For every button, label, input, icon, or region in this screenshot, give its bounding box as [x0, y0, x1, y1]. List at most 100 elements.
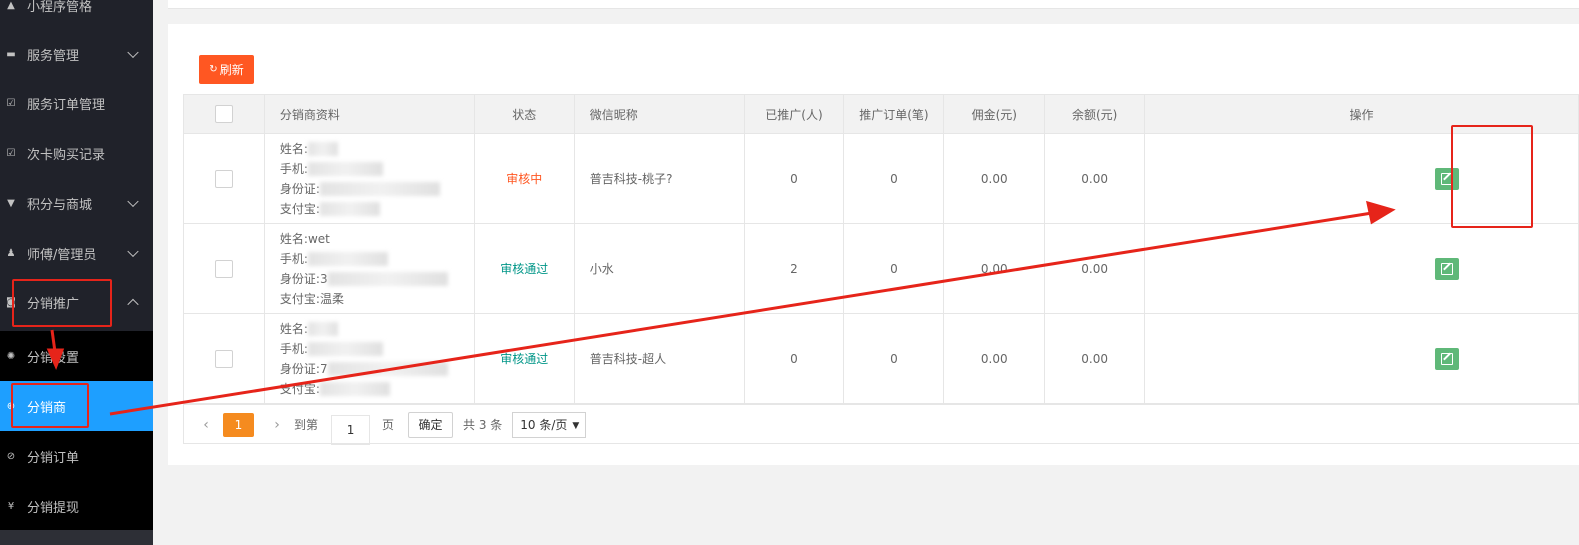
sidebar-item-1[interactable]: ▲ 小程序管格 — [0, 0, 153, 30]
row-checkbox[interactable] — [214, 349, 233, 368]
goto-label: 到第 — [294, 418, 319, 432]
phone-label: 手机: — [279, 161, 308, 176]
profile-alipay: 支付宝:温柔 — [280, 289, 474, 309]
row-select-cell[interactable] — [183, 133, 265, 224]
status-cell: 审核通过 — [473, 313, 575, 404]
check-square-icon: ☑ — [6, 147, 16, 159]
refresh-button[interactable]: ↻ 刷新 — [199, 55, 254, 84]
edit-icon[interactable] — [1435, 347, 1460, 370]
redacted-blur — [307, 342, 383, 356]
orders-cell: 0 — [843, 133, 945, 224]
edit-icon[interactable] — [1435, 257, 1460, 280]
alipay-label: 支付宝: — [279, 291, 320, 306]
page-size-value: 10 条/页 — [520, 418, 568, 432]
table-row: 姓名:wet 手机: 身份证:3 支付宝:温柔 审核通过 小水 2 0 0.00 0.00 — [183, 223, 1579, 314]
sidebar-subitem-3[interactable]: ⊘ 分销订单 — [0, 431, 153, 481]
id-label: 身份证: — [279, 361, 320, 376]
commission-cell: 0.00 — [943, 313, 1046, 404]
row-checkbox[interactable] — [214, 259, 233, 278]
redacted-blur — [319, 382, 390, 396]
sidebar-subitem-4[interactable]: ¥ 分销提现 — [0, 481, 153, 531]
sidebar-footer — [0, 530, 153, 545]
select-all-checkbox[interactable] — [214, 105, 233, 123]
commission-cell: 0.00 — [943, 133, 1046, 224]
profile-alipay: 支付宝: — [280, 379, 474, 399]
redacted-blur — [307, 162, 383, 176]
refresh-icon: ↻ — [209, 64, 218, 75]
col-profile: 分销商资料 — [263, 94, 475, 134]
sidebar-item-label: 服务管理 — [27, 48, 80, 64]
profile-phone: 手机: — [280, 249, 474, 269]
page-unit-label: 页 — [382, 418, 395, 432]
alipay-label: 支付宝: — [279, 381, 320, 396]
profile-phone: 手机: — [280, 339, 474, 359]
pagination: ‹ 1 › 到第 1 页 确定 共 3 条 10 条/页 ▼ — [183, 404, 1579, 445]
select-all-cell[interactable] — [183, 94, 265, 134]
col-balance: 余额(元) — [1044, 94, 1146, 134]
sidebar-item-5[interactable]: ▼ 积分与商城 — [0, 178, 153, 228]
total-count: 共 3 条 — [463, 418, 503, 432]
goto-confirm-button[interactable]: 确定 — [408, 411, 454, 438]
nickname-cell: 普吉科技-桃子? — [573, 133, 745, 224]
top-card — [168, 0, 1579, 9]
page-size-select[interactable]: 10 条/页 ▼ — [512, 411, 587, 438]
name-label: 姓名: — [279, 141, 308, 156]
next-page-button[interactable]: › — [270, 417, 284, 433]
sidebar-subitem-label: 分销提现 — [27, 500, 80, 516]
col-orders: 推广订单(笔) — [843, 94, 945, 134]
name-label: 姓名: — [279, 321, 308, 336]
sitemap-icon: ▲ — [7, 0, 15, 11]
row-checkbox[interactable] — [214, 169, 233, 188]
orders-cell: 0 — [843, 313, 945, 404]
current-page[interactable]: 1 — [223, 412, 254, 437]
col-commission: 佣金(元) — [943, 94, 1046, 134]
balance-cell: 0.00 — [1044, 133, 1146, 224]
sidebar-item-label: 小程序管格 — [27, 0, 93, 15]
promoted-cell: 0 — [743, 133, 845, 224]
id-value: 7 — [319, 361, 328, 376]
alipay-label: 支付宝: — [279, 201, 320, 216]
nickname-cell: 小水 — [573, 223, 745, 314]
profile-cell: 姓名:wet 手机: 身份证:3 支付宝:温柔 — [263, 223, 475, 314]
table-toolbar — [183, 44, 1579, 95]
cart-icon: ▼ — [7, 197, 15, 209]
sidebar-item-6[interactable]: ♟ 师傅/管理员 — [0, 228, 153, 278]
yen-icon: ¥ — [7, 500, 15, 512]
name-label: 姓名: — [279, 231, 308, 246]
status-badge: 审核通过 — [500, 262, 549, 276]
sidebar-item-4[interactable]: ☑ 次卡购买记录 — [0, 128, 153, 178]
profile-id: 身份证:3 — [280, 269, 474, 289]
profile-name: 姓名: — [280, 139, 474, 159]
status-cell: 审核通过 — [473, 223, 575, 314]
nickname-cell: 普吉科技-超人 — [573, 313, 745, 404]
col-promoted: 已推广(人) — [743, 94, 845, 134]
gear-icon: ✺ — [6, 350, 16, 362]
sidebar-item-2[interactable]: ▬ 服务管理 — [0, 29, 153, 79]
chevron-down-icon — [127, 195, 139, 208]
id-label: 身份证: — [279, 271, 320, 286]
goto-page-input[interactable]: 1 — [331, 414, 371, 445]
commission-cell: 0.00 — [943, 223, 1046, 314]
actions-cell — [1144, 313, 1579, 404]
annotation-box-promo — [12, 279, 112, 327]
phone-label: 手机: — [279, 341, 308, 356]
prev-page-button[interactable]: ‹ — [199, 417, 213, 433]
annotation-box-distributor — [11, 383, 89, 428]
redacted-blur — [327, 362, 448, 376]
profile-id: 身份证: — [280, 179, 474, 199]
table-row: 姓名: 手机: 身份证: 支付宝: 审核中 普吉科技-桃子? 0 0 0.00 0.00 — [183, 133, 1579, 224]
sidebar-item-3[interactable]: ☑ 服务订单管理 — [0, 78, 153, 128]
chevron-down-icon — [127, 245, 139, 258]
status-badge: 审核中 — [506, 172, 543, 186]
row-select-cell[interactable] — [183, 313, 265, 404]
redacted-blur — [327, 272, 448, 286]
name-value: wet — [307, 231, 330, 246]
actions-cell — [1144, 223, 1579, 314]
redacted-blur — [307, 142, 338, 156]
sidebar-subitem-1[interactable]: ✺ 分销设置 — [0, 331, 153, 381]
user-icon: ♟ — [6, 247, 16, 259]
row-select-cell[interactable] — [183, 223, 265, 314]
chevron-up-icon — [127, 298, 139, 311]
chevron-down-icon — [127, 46, 139, 59]
sidebar-item-label: 服务订单管理 — [27, 97, 106, 113]
